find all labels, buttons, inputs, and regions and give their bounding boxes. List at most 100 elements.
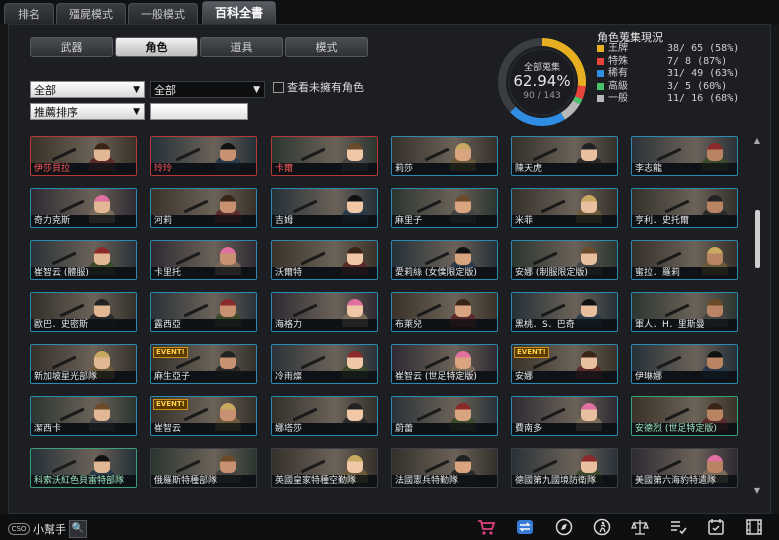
character-head [707,299,723,317]
character-card[interactable]: 海格力 [271,292,378,332]
category-select-1[interactable]: 全部 ▼ [30,81,145,98]
character-card[interactable]: 布萊兒 [391,292,498,332]
character-card[interactable]: 李志龍 [631,136,738,176]
scrollbar-track[interactable] [752,134,762,496]
scales-icon[interactable] [631,518,649,536]
character-card[interactable]: 冷雨燦 [271,344,378,384]
select-value: 全部 [154,84,176,97]
character-card[interactable]: 伊莎貝拉 [30,136,137,176]
character-card[interactable]: EVENT! 麻生亞子 [150,344,257,384]
character-card[interactable]: 黑桃．S．巴奇 [511,292,618,332]
character-card[interactable]: 安德烈 (世足特定版) [631,396,738,436]
character-card[interactable]: 歐巴．史密斯 [30,292,137,332]
character-card[interactable]: 沃爾特 [271,240,378,280]
character-name: 娜塔莎 [272,423,377,435]
character-card[interactable]: 莉莎 [391,136,498,176]
character-portrait [392,449,497,483]
show-unowned-checkbox[interactable] [273,82,284,93]
helper-button[interactable]: CSO 小幫手 🔍 [8,520,87,538]
rarity-count: 7/ 8 (87%) [667,55,728,67]
tab-zombie-mode[interactable]: 殭屍模式 [56,3,126,24]
character-card[interactable]: 崔智云 (體服) [30,240,137,280]
runner-icon[interactable] [593,518,611,536]
character-name: 莉莎 [392,163,497,175]
character-card[interactable]: 蜜拉．羅莉 [631,240,738,280]
character-card[interactable]: 娜塔莎 [271,396,378,436]
character-card[interactable]: 玲玲 [150,136,257,176]
character-card[interactable]: 河莉 [150,188,257,228]
character-card[interactable]: 軍人．H．里斯曼 [631,292,738,332]
character-card[interactable]: EVENT! 安娜 [511,344,618,384]
subtab-characters[interactable]: 角色 [115,37,198,57]
compass-icon[interactable] [555,518,573,536]
character-portrait [512,293,617,327]
shop-cart-icon[interactable] [477,518,496,536]
character-card[interactable]: 陳天虎 [511,136,618,176]
character-card[interactable]: 法國憲兵特勤隊 [391,448,498,488]
character-card[interactable]: 美國第六海豹特遣隊 [631,448,738,488]
character-card[interactable]: 新加坡星光部隊 [30,344,137,384]
list-check-icon[interactable] [669,518,687,536]
character-card[interactable]: 吉姆 [271,188,378,228]
weapon-silhouette [59,303,85,318]
weapon-silhouette [656,251,682,266]
scroll-down-icon[interactable]: ▼ [752,486,762,495]
character-portrait [632,137,737,171]
subtab-items[interactable]: 道具 [200,37,283,57]
character-card[interactable]: 崔智云 (世足特定版) [391,344,498,384]
scrollbar-thumb[interactable] [755,210,760,268]
tab-normal-mode[interactable]: 一般模式 [128,3,198,24]
character-card[interactable]: 潔西卡 [30,396,137,436]
bottom-bar [0,514,779,540]
character-card[interactable]: 麻里子 [391,188,498,228]
swap-icon[interactable] [516,518,534,536]
character-card[interactable]: 亨利．史托爾 [631,188,738,228]
character-card[interactable]: 米菲 [511,188,618,228]
character-card[interactable]: 科索沃紅色貝雷特部隊 [30,448,137,488]
character-portrait [31,397,136,431]
collection-stat-row: 稀有 31/ 49 (63%) [597,68,757,80]
character-head [707,351,723,369]
character-card[interactable]: 愛莉絲 (女僕限定版) [391,240,498,280]
calendar-check-icon[interactable] [707,518,725,536]
character-head [220,195,236,213]
character-card[interactable]: 安娜 (制服限定版) [511,240,618,280]
film-icon[interactable] [745,518,763,536]
character-card[interactable]: 英國皇家特種空勤隊 [271,448,378,488]
character-card[interactable]: 費南多 [511,396,618,436]
character-head [581,143,597,161]
character-card[interactable]: 伊琳娜 [631,344,738,384]
character-card[interactable]: 俄羅斯特種部隊 [150,448,257,488]
character-card[interactable]: 卡爾 [271,136,378,176]
scroll-up-icon[interactable]: ▲ [752,136,762,145]
character-name: 河莉 [151,215,256,227]
character-name: 安娜 (制服限定版) [512,267,617,279]
sort-select[interactable]: 推薦排序 ▼ [30,103,145,120]
character-head [347,299,363,317]
weapon-silhouette [300,459,326,474]
character-name: 安德烈 (世足特定版) [632,423,737,435]
character-head [94,247,110,265]
collection-percent: 62.94% [513,72,571,90]
search-input[interactable] [150,103,248,120]
search-icon[interactable]: 🔍 [69,520,87,538]
subtab-weapons[interactable]: 武器 [30,37,113,57]
character-card[interactable]: EVENT! 崔智云 [150,396,257,436]
weapon-silhouette [175,459,201,474]
weapon-silhouette [292,407,318,422]
weapon-silhouette [300,251,326,266]
character-card[interactable]: 德國第九國境防衛隊 [511,448,618,488]
character-card[interactable]: 奇力克斯 [30,188,137,228]
character-card[interactable]: 露西亞 [150,292,257,332]
subtab-modes[interactable]: 模式 [285,37,368,57]
character-card[interactable]: 卡里托 [150,240,257,280]
character-card[interactable]: 蔚蕾 [391,396,498,436]
tab-encyclopedia[interactable]: 百科全書 [202,1,276,24]
character-name: 沃爾特 [272,267,377,279]
character-name: 愛莉絲 (女僕限定版) [392,267,497,279]
character-portrait [272,449,377,483]
category-select-2[interactable]: 全部 ▼ [150,81,265,98]
tab-ranking[interactable]: 排名 [4,3,54,24]
rarity-color-swatch [597,70,604,77]
subtab-label: 道具 [230,41,253,54]
